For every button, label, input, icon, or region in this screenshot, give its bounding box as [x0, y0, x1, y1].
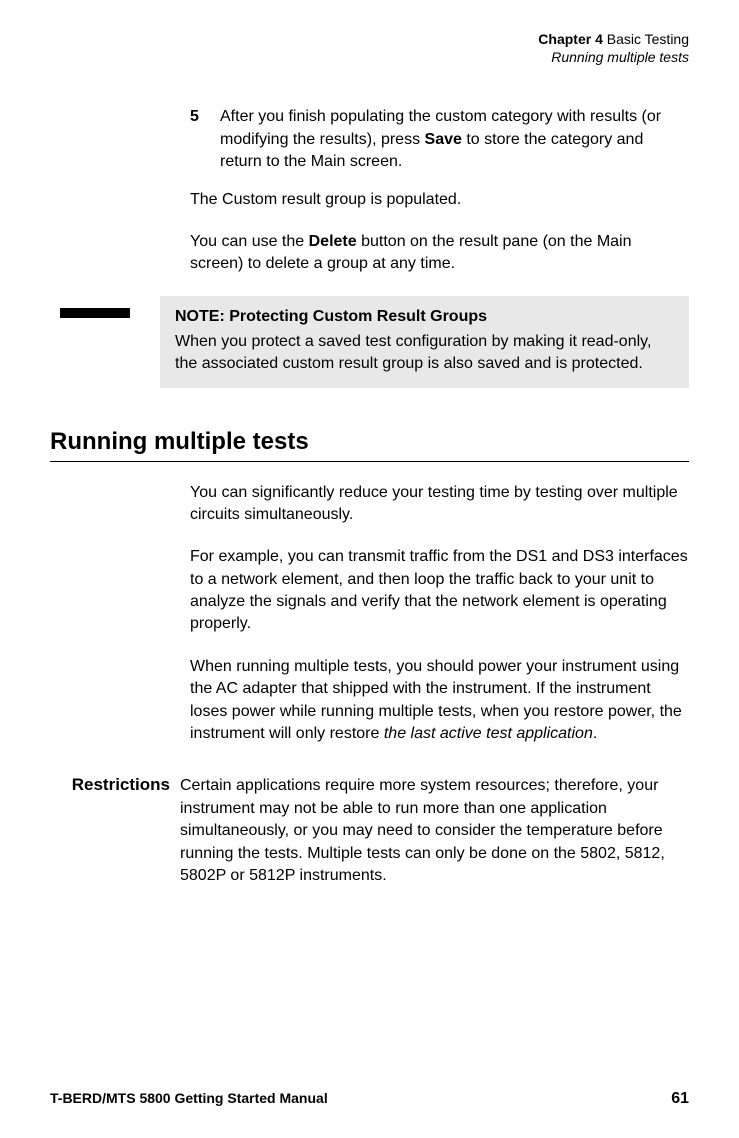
power-paragraph: When running multiple tests, you should … [190, 656, 689, 746]
section-heading: Running multiple tests [50, 428, 689, 456]
footer-page-number: 61 [671, 1090, 689, 1108]
footer-manual-title: T-BERD/MTS 5800 Getting Started Manual [50, 1090, 328, 1108]
note-title: NOTE: Protecting Custom Result Groups [175, 308, 674, 326]
note-marker-icon [60, 308, 130, 318]
note-body: When you protect a saved test configurat… [175, 331, 674, 376]
chapter-title: Basic Testing [607, 31, 689, 47]
save-keyword: Save [425, 131, 462, 148]
section-divider [50, 461, 689, 462]
section-content: You can significantly reduce your testin… [190, 482, 689, 746]
running-tests-section: Running multiple tests You can significa… [50, 428, 689, 888]
main-content: 5 After you finish populating the custom… [190, 106, 689, 387]
step-5: 5 After you finish populating the custom… [190, 106, 689, 173]
populated-paragraph: The Custom result group is populated. [190, 189, 689, 211]
chapter-label: Chapter 4 [538, 31, 603, 47]
note-box: NOTE: Protecting Custom Result Groups Wh… [160, 296, 689, 388]
delete-paragraph: You can use the Delete button on the res… [190, 231, 689, 276]
power-italic: the last active test application [384, 725, 593, 742]
step-text: After you finish populating the custom c… [220, 106, 689, 173]
header-chapter-line: Chapter 4 Basic Testing [50, 30, 689, 48]
header-section-title: Running multiple tests [50, 48, 689, 66]
example-paragraph: For example, you can transmit traffic fr… [190, 546, 689, 636]
restrictions-label: Restrictions [50, 775, 180, 887]
delete-keyword: Delete [309, 233, 357, 250]
restrictions-subsection: Restrictions Certain applications requir… [50, 775, 689, 887]
page-footer: T-BERD/MTS 5800 Getting Started Manual 6… [50, 1090, 689, 1108]
power-after: . [593, 725, 597, 742]
delete-before: You can use the [190, 233, 309, 250]
restrictions-text: Certain applications require more system… [180, 775, 689, 887]
intro-paragraph: You can significantly reduce your testin… [190, 482, 689, 527]
page-header: Chapter 4 Basic Testing Running multiple… [50, 30, 689, 66]
step-number: 5 [190, 106, 205, 173]
